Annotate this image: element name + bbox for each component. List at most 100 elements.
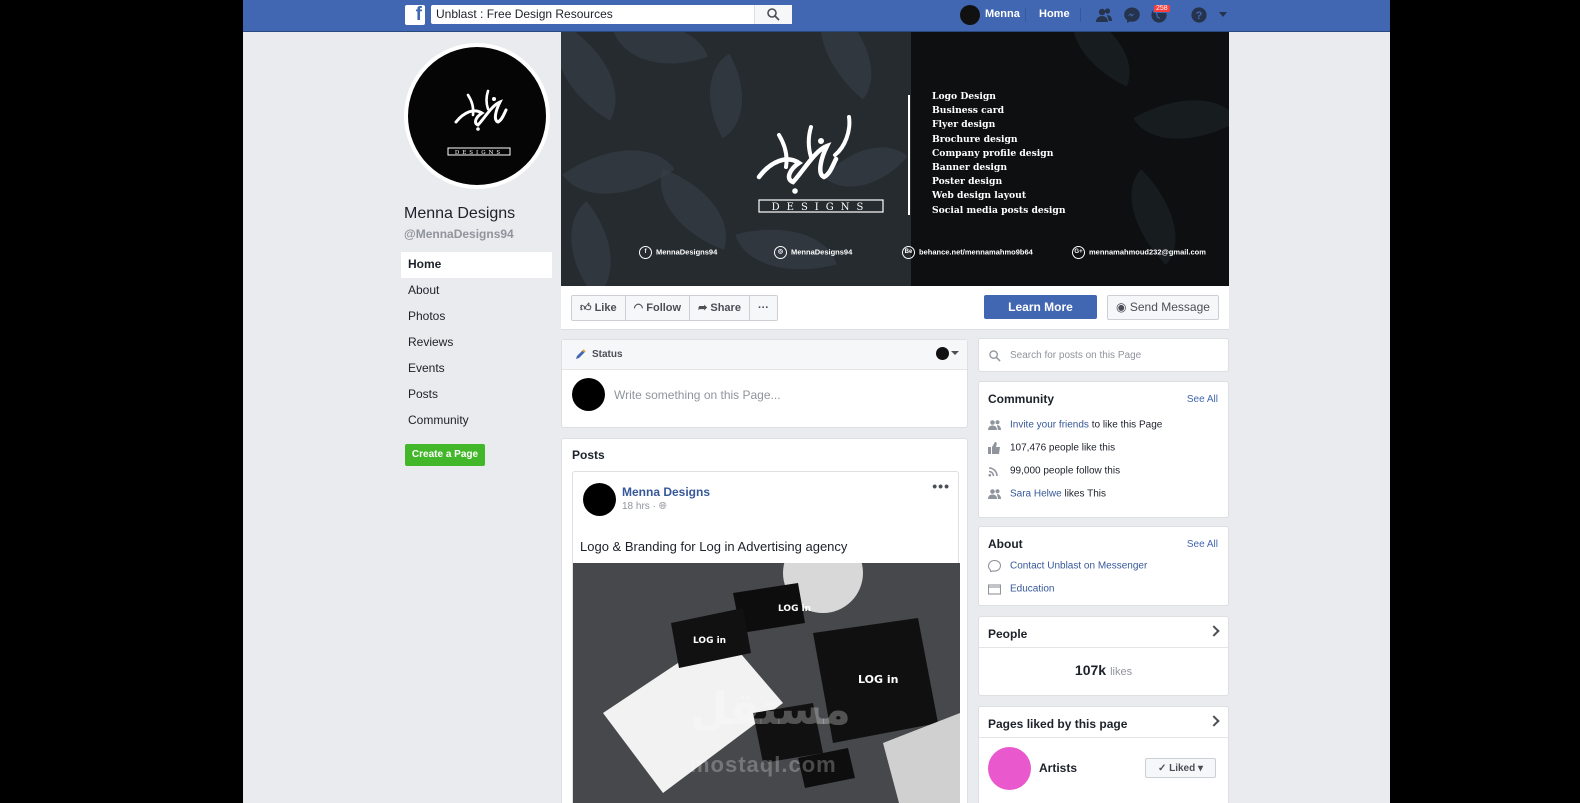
category-row: Education [987, 583, 1054, 595]
about-title: About [988, 537, 1023, 551]
calligraphy-logo-icon: DESIGNS [447, 89, 511, 156]
page-username[interactable]: @MennaDesigns94 [404, 227, 514, 241]
people-icon [988, 419, 1001, 431]
instagram-icon: ◎ [774, 246, 787, 259]
post-composer: Status Write something on this Page... [561, 339, 968, 428]
cover-calligraphy-logo-icon: DESIGNS [756, 115, 884, 213]
community-title: Community [988, 392, 1054, 406]
nav-item-photos[interactable]: Photos [401, 304, 552, 330]
search-input-value: Unblast : Free Design Resources [436, 7, 613, 21]
posts-section: Posts Menna Designs 18 hrs · 🌐︎ ••• Logo… [561, 438, 968, 803]
messenger-icon [987, 559, 1002, 573]
pages-liked-card: Pages liked by this page Artists ✓ Liked… [978, 706, 1229, 803]
service-item: Banner design [932, 162, 1007, 174]
messenger-icon[interactable] [1123, 6, 1141, 24]
account-menu-caret-icon[interactable] [1218, 11, 1228, 19]
post-author-link[interactable]: Menna Designs [622, 485, 710, 499]
liked-page-avatar[interactable] [988, 747, 1031, 790]
community-see-all-link[interactable]: See All [1187, 394, 1218, 405]
services-list: Logo Design Business card Flyer design B… [932, 90, 1066, 218]
nav-item-home[interactable]: Home [401, 252, 552, 278]
service-item: Web design layout [932, 190, 1027, 202]
pencil-icon [576, 349, 586, 359]
service-item: Social media posts design [932, 204, 1066, 216]
search-icon [989, 350, 1001, 362]
post-timestamp[interactable]: 18 hrs · 🌐︎ [622, 501, 667, 512]
like-button[interactable]: 👍︎ Like [572, 296, 626, 320]
user-name-link[interactable]: Menna [985, 8, 1020, 20]
top-navigation-bar: f Unblast : Free Design Resources Menna … [243, 0, 1390, 32]
contact-messenger-link[interactable]: Contact Unblast on Messenger [1010, 561, 1147, 572]
nav-item-about[interactable]: About [401, 278, 552, 304]
facebook-icon: f [639, 246, 652, 259]
page-posts-search-placeholder: Search for posts on this Page [1010, 350, 1142, 361]
post-as-avatar[interactable] [936, 347, 949, 360]
post-options-button[interactable]: ••• [932, 478, 950, 494]
action-button-group: 👍︎ Like ◠ Follow ➦ Share ··· [571, 295, 778, 321]
cover-behance: Be behance.net/mennamahmo9b64 [902, 246, 1033, 259]
cover-instagram: ◎ MennaDesigns94 [774, 246, 852, 259]
cover-contact-links: f MennaDesigns94 ◎ MennaDesigns94 Be behanc… [639, 246, 1219, 262]
friend-likes-row: Sara Helwe likes This [988, 488, 1106, 500]
divider [979, 737, 1228, 738]
search-input[interactable]: Unblast : Free Design Resources [431, 5, 792, 24]
search-icon [767, 8, 780, 21]
nav-item-reviews[interactable]: Reviews [401, 330, 552, 356]
chevron-down-icon[interactable] [951, 351, 959, 355]
cover-facebook: f MennaDesigns94 [639, 246, 717, 259]
composer-input[interactable]: Write something on this Page... [614, 388, 781, 402]
people-title[interactable]: People [988, 627, 1027, 641]
friend-name-link[interactable]: Sara Helwe [1010, 489, 1062, 500]
svg-text:LOG in: LOG in [778, 604, 811, 614]
category-link[interactable]: Education [1010, 584, 1054, 595]
post-text: Logo & Branding for Log in Advertising a… [580, 539, 848, 554]
service-item: Company profile design [932, 147, 1054, 159]
messenger-icon: ◉ [1116, 300, 1127, 314]
pages-liked-title[interactable]: Pages liked by this page [988, 717, 1127, 731]
svg-text:LOG in: LOG in [693, 636, 726, 646]
chevron-right-icon[interactable] [1208, 715, 1220, 727]
about-see-all-link[interactable]: See All [1187, 539, 1218, 550]
share-button[interactable]: ➦ Share [690, 296, 750, 320]
create-page-button[interactable]: Create a Page [405, 444, 485, 466]
search-button[interactable] [754, 5, 792, 24]
friend-requests-icon[interactable] [1095, 6, 1113, 24]
nav-item-posts[interactable]: Posts [401, 382, 552, 408]
rss-follow-icon [988, 465, 1001, 477]
cover-email: G+ mennamahmoud232@gmail.com [1072, 246, 1206, 259]
cover-brand-word: DESIGNS [772, 202, 871, 213]
user-avatar[interactable] [960, 5, 980, 25]
send-message-button[interactable]: ◉ Send Message [1107, 295, 1219, 320]
notification-badge: 258 [1153, 4, 1171, 13]
page-title[interactable]: Menna Designs [404, 205, 515, 223]
facebook-logo-icon[interactable]: f [405, 4, 425, 25]
home-link[interactable]: Home [1039, 8, 1070, 20]
invite-friends-link[interactable]: Invite your friends [1010, 420, 1089, 431]
help-icon[interactable]: ? [1190, 6, 1208, 24]
liked-dropdown-button[interactable]: ✓ Liked ▾ [1145, 758, 1216, 778]
thumbs-up-icon [988, 442, 1001, 454]
svg-text:?: ? [1196, 10, 1203, 22]
follow-button[interactable]: ◠ Follow [626, 296, 691, 320]
liked-page-name[interactable]: Artists [1039, 761, 1077, 775]
nav-item-events[interactable]: Events [401, 356, 552, 382]
cover-photo[interactable]: DESIGNS Logo Design Business card Flyer … [561, 32, 1229, 286]
service-item: Brochure design [932, 133, 1018, 145]
status-tab[interactable]: Status [592, 349, 623, 360]
post-author-avatar[interactable] [583, 483, 616, 516]
google-plus-icon: G+ [1072, 246, 1085, 259]
page-action-bar: 👍︎ Like ◠ Follow ➦ Share ··· Learn More … [561, 286, 1229, 330]
people-card: People 107k likes [978, 616, 1229, 696]
learn-more-button[interactable]: Learn More [984, 295, 1097, 319]
category-folder-icon [987, 583, 1002, 595]
nav-item-community[interactable]: Community [401, 408, 552, 434]
composer-header: Status [562, 340, 967, 370]
behance-icon: Be [902, 246, 915, 259]
community-card: Community See All Invite your friends to… [978, 381, 1229, 518]
page-profile-picture[interactable]: DESIGNS [404, 43, 550, 189]
people-likes-count: 107k likes [1074, 662, 1133, 678]
chevron-right-icon[interactable] [1208, 625, 1220, 637]
service-item: Poster design [932, 176, 1003, 188]
page-posts-search-input[interactable]: Search for posts on this Page [978, 338, 1229, 372]
more-options-button[interactable]: ··· [750, 296, 777, 320]
